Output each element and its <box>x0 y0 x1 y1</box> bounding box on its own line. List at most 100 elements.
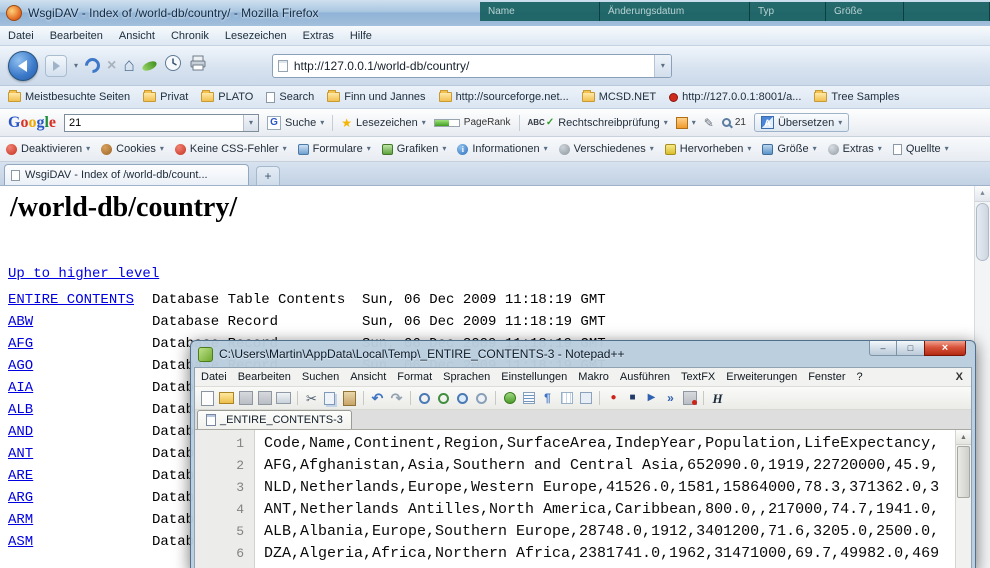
npp-menu-help[interactable]: ? <box>856 371 862 383</box>
function-list-icon[interactable]: H <box>709 390 726 407</box>
scrollbar-thumb[interactable] <box>957 446 970 498</box>
save-macro-icon[interactable] <box>683 391 697 405</box>
history-clock-icon[interactable] <box>164 54 182 77</box>
history-dropdown-icon[interactable]: ▾ <box>74 62 78 70</box>
npp-menu-fenster[interactable]: Fenster <box>808 371 845 383</box>
editor-scrollbar[interactable]: ▲ <box>955 430 971 568</box>
entry-link[interactable]: AND <box>8 424 33 440</box>
run-multiple-icon[interactable]: » <box>662 390 679 407</box>
minimize-button[interactable]: – <box>869 341 897 356</box>
menu-hilfe[interactable]: Hilfe <box>350 30 372 42</box>
entry-link[interactable]: ASM <box>8 534 33 550</box>
npp-menu-suchen[interactable]: Suchen <box>302 371 339 383</box>
editor-area[interactable]: 1 2 3 4 5 6 Code,Name,Continent,Region,S… <box>195 430 971 568</box>
save-icon[interactable] <box>239 391 253 405</box>
entry-link[interactable]: AGO <box>8 358 33 374</box>
bookmark-item-plato[interactable]: PLATO <box>201 91 253 103</box>
dev-item-hervorheben[interactable]: Hervorheben▾ <box>665 143 752 155</box>
scroll-up-icon[interactable]: ▲ <box>975 186 990 202</box>
autofill-button[interactable]: ▾ <box>676 117 696 129</box>
npp-menu-datei[interactable]: Datei <box>201 371 227 383</box>
google-search-button[interactable]: GSuche▾ <box>267 116 324 130</box>
reload-icon[interactable] <box>82 55 103 76</box>
entry-link[interactable]: ARE <box>8 468 33 484</box>
dev-item-quelltext[interactable]: Quellte▾ <box>893 143 949 155</box>
replace-icon[interactable] <box>438 393 449 404</box>
stop-icon[interactable]: × <box>107 58 116 74</box>
search-history-dropdown[interactable]: ▾ <box>243 115 258 131</box>
show-all-chars-icon[interactable]: ¶ <box>539 390 556 407</box>
bookmark-item-meistbesuchte[interactable]: Meistbesuchte Seiten <box>8 91 130 103</box>
code-text[interactable]: Code,Name,Continent,Region,SurfaceArea,I… <box>256 430 955 568</box>
bookmark-item-search[interactable]: Search <box>266 91 314 103</box>
entry-link[interactable]: AIA <box>8 380 33 396</box>
record-macro-icon[interactable]: ● <box>605 390 622 407</box>
npp-menu-ansicht[interactable]: Ansicht <box>350 371 386 383</box>
npp-menu-sprachen[interactable]: Sprachen <box>443 371 490 383</box>
dev-item-informationen[interactable]: iInformationen▾ <box>457 143 547 155</box>
close-document-button[interactable]: X <box>956 371 963 383</box>
open-folder-icon[interactable] <box>219 392 234 404</box>
bookmark-item-mcsd[interactable]: MCSD.NET <box>582 91 656 103</box>
google-bookmarks-button[interactable]: ★Lesezeichen▾ <box>341 117 426 129</box>
undo-icon[interactable]: ↶ <box>369 390 386 407</box>
spellcheck-button[interactable]: ABC✓Rechtschreibprüfung▾ <box>528 117 668 129</box>
pagerank-widget[interactable]: PageRank <box>434 117 511 128</box>
menu-datei[interactable]: Datei <box>8 30 34 42</box>
entry-link[interactable]: ABW <box>8 314 33 330</box>
npp-menu-makro[interactable]: Makro <box>578 371 609 383</box>
stop-macro-icon[interactable]: ■ <box>624 390 641 407</box>
print-icon[interactable] <box>276 392 291 404</box>
npp-menu-textfx[interactable]: TextFX <box>681 371 715 383</box>
url-text[interactable]: http://127.0.0.1/world-db/country/ <box>294 59 654 73</box>
back-button[interactable] <box>8 51 38 81</box>
highlight-count[interactable]: 21 <box>722 117 746 128</box>
bookmark-item-sourceforge[interactable]: http://sourceforge.net... <box>439 91 569 103</box>
zoom-out-icon[interactable] <box>476 393 487 404</box>
close-button[interactable]: × <box>924 341 966 356</box>
bookmark-item-privat[interactable]: Privat <box>143 91 188 103</box>
dev-item-groesse[interactable]: Größe▾ <box>762 143 816 155</box>
up-to-higher-level-link[interactable]: Up to higher level <box>8 266 159 282</box>
page-scrollbar[interactable]: ▲ <box>974 186 990 568</box>
npp-menu-ausfuehren[interactable]: Ausführen <box>620 371 670 383</box>
document-tab[interactable]: _ENTIRE_CONTENTS-3 <box>197 410 352 429</box>
menu-ansicht[interactable]: Ansicht <box>119 30 155 42</box>
google-search-box[interactable]: ▾ <box>64 114 259 132</box>
url-dropdown-button[interactable]: ▾ <box>654 55 671 77</box>
dev-item-extras[interactable]: Extras▾ <box>828 143 882 155</box>
menu-chronik[interactable]: Chronik <box>171 30 209 42</box>
home-icon[interactable]: ⌂ <box>123 56 134 75</box>
paste-icon[interactable] <box>343 391 356 406</box>
npp-menu-erweiterungen[interactable]: Erweiterungen <box>726 371 797 383</box>
play-macro-icon[interactable]: ▶ <box>643 390 660 407</box>
entry-link[interactable]: ANT <box>8 446 33 462</box>
save-all-icon[interactable] <box>258 391 272 405</box>
entry-link[interactable]: ARM <box>8 512 33 528</box>
entry-link[interactable]: ENTIRE CONTENTS <box>8 292 134 308</box>
dev-item-formulare[interactable]: Formulare▾ <box>298 143 371 155</box>
translate-button[interactable]: AÜbersetzen▾ <box>754 113 849 132</box>
find-icon[interactable] <box>419 393 430 404</box>
scrollbar-thumb[interactable] <box>976 203 989 261</box>
entry-link[interactable]: ALB <box>8 402 33 418</box>
notepadpp-titlebar[interactable]: C:\Users\Martin\AppData\Local\Temp\_ENTI… <box>194 341 972 367</box>
doc-map-icon[interactable] <box>580 392 592 404</box>
pencil-icon[interactable]: ✎ <box>704 117 714 129</box>
maximize-button[interactable]: □ <box>897 341 924 356</box>
cut-icon[interactable]: ✂ <box>303 390 320 407</box>
bookmark-item-tree-samples[interactable]: Tree Samples <box>814 91 899 103</box>
dev-item-deaktivieren[interactable]: Deaktivieren▾ <box>6 143 90 155</box>
menu-lesezeichen[interactable]: Lesezeichen <box>225 30 287 42</box>
forward-button[interactable] <box>45 55 67 77</box>
word-wrap-icon[interactable] <box>523 392 535 404</box>
dev-item-grafiken[interactable]: Grafiken▾ <box>382 143 447 155</box>
entry-link[interactable]: ARG <box>8 490 33 506</box>
redo-icon[interactable]: ↷ <box>388 390 405 407</box>
npp-menu-format[interactable]: Format <box>397 371 432 383</box>
url-bar[interactable]: http://127.0.0.1/world-db/country/ ▾ <box>272 54 672 78</box>
firefox-titlebar[interactable]: WsgiDAV - Index of /world-db/country/ - … <box>0 0 990 26</box>
bookmark-item-finn[interactable]: Finn und Jannes <box>327 91 425 103</box>
new-file-icon[interactable] <box>201 391 214 406</box>
sync-scrolling-icon[interactable] <box>504 392 516 404</box>
